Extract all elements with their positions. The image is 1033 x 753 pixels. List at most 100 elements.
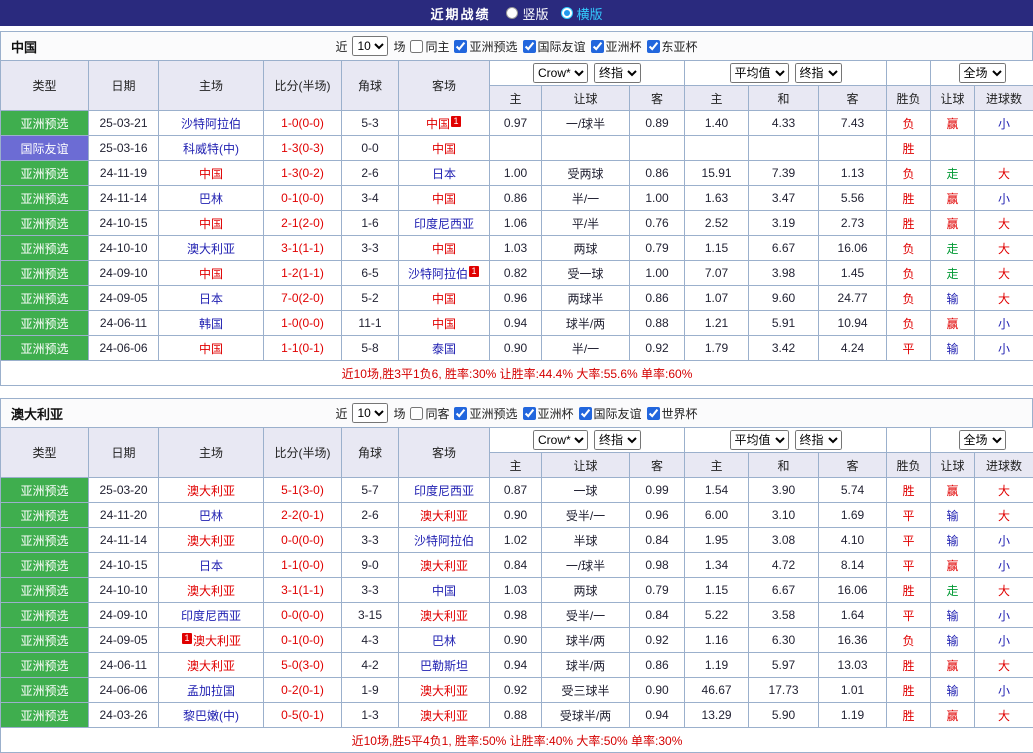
away-team-link[interactable]: 中国: [432, 192, 456, 206]
away-team-link[interactable]: 中国: [432, 317, 456, 331]
home-team-link[interactable]: 日本: [199, 559, 223, 573]
score-link[interactable]: 2-2(0-1): [264, 503, 342, 528]
score-link[interactable]: 7-0(2-0): [264, 286, 342, 311]
away-team-link[interactable]: 巴林: [432, 634, 456, 648]
filter-option-东亚杯[interactable]: 东亚杯: [647, 38, 698, 55]
score-link[interactable]: 1-3(0-2): [264, 161, 342, 186]
away-cell: 印度尼西亚: [399, 211, 490, 236]
score-link[interactable]: 5-1(3-0): [264, 478, 342, 503]
home-team-link[interactable]: 印度尼西亚: [181, 609, 241, 623]
filter-checkbox[interactable]: [591, 40, 604, 53]
corner-score: 5-3: [342, 111, 399, 136]
score-link[interactable]: 1-0(0-0): [264, 111, 342, 136]
home-team-link[interactable]: 中国: [199, 167, 223, 181]
score-link[interactable]: 0-5(0-1): [264, 703, 342, 728]
home-team-link[interactable]: 中国: [199, 267, 223, 281]
home-team-link[interactable]: 巴林: [199, 509, 223, 523]
score-link[interactable]: 3-1(1-1): [264, 236, 342, 261]
average-stage-select[interactable]: 终指: [795, 63, 842, 83]
away-team-link[interactable]: 印度尼西亚: [414, 217, 474, 231]
away-team-link[interactable]: 沙特阿拉伯: [414, 534, 474, 548]
away-team-link[interactable]: 澳大利亚: [420, 559, 468, 573]
score-link[interactable]: 2-1(2-0): [264, 211, 342, 236]
home-team-link[interactable]: 澳大利亚: [187, 584, 235, 598]
home-team-link[interactable]: 黎巴嫩(中): [183, 709, 239, 723]
home-team-link[interactable]: 澳大利亚: [187, 242, 235, 256]
home-team-link[interactable]: 中国: [199, 342, 223, 356]
home-team-link[interactable]: 韩国: [199, 317, 223, 331]
radio-vertical-layout[interactable]: 竖版: [506, 4, 548, 23]
filter-option-亚洲杯[interactable]: 亚洲杯: [591, 38, 642, 55]
away-team-link[interactable]: 中国: [432, 584, 456, 598]
score-link[interactable]: 0-0(0-0): [264, 603, 342, 628]
score-link[interactable]: 0-1(0-0): [264, 186, 342, 211]
column-header: 日期: [89, 428, 159, 478]
away-team-link[interactable]: 澳大利亚: [420, 509, 468, 523]
filter-option-亚洲预选[interactable]: 亚洲预选: [454, 405, 517, 422]
match-count-select[interactable]: 10: [352, 403, 388, 423]
filter-option-亚洲杯[interactable]: 亚洲杯: [523, 405, 574, 422]
home-team-link[interactable]: 科威特(中): [183, 142, 239, 156]
home-team-link[interactable]: 澳大利亚: [187, 534, 235, 548]
radio-horizontal-layout[interactable]: 横版: [561, 4, 603, 23]
odds-stage-select[interactable]: 终指: [594, 63, 641, 83]
score-link[interactable]: 1-1(0-1): [264, 336, 342, 361]
score-link[interactable]: 0-2(0-1): [264, 678, 342, 703]
filter-checkbox[interactable]: [454, 407, 467, 420]
match-filters: 近10场同客亚洲预选亚洲杯国际友谊世界杯: [335, 403, 697, 423]
filter-checkbox[interactable]: [410, 40, 423, 53]
average-company-select[interactable]: 平均值: [730, 430, 789, 450]
filter-option-亚洲预选[interactable]: 亚洲预选: [454, 38, 517, 55]
filter-option-国际友谊[interactable]: 国际友谊: [523, 38, 586, 55]
away-team-link[interactable]: 澳大利亚: [420, 684, 468, 698]
home-team-link[interactable]: 孟加拉国: [187, 684, 235, 698]
odds-stage-select[interactable]: 终指: [594, 430, 641, 450]
score-link[interactable]: 1-1(0-0): [264, 553, 342, 578]
away-team-link[interactable]: 中国: [426, 117, 450, 131]
filter-checkbox[interactable]: [647, 407, 660, 420]
filter-option-国际友谊[interactable]: 国际友谊: [579, 405, 642, 422]
filter-option-同客[interactable]: 同客: [410, 405, 449, 422]
home-team-link[interactable]: 澳大利亚: [187, 659, 235, 673]
match-row: 亚洲预选24-11-14澳大利亚0-0(0-0)3-3沙特阿拉伯1.02半球0.…: [1, 528, 1033, 553]
home-team-link[interactable]: 澳大利亚: [187, 484, 235, 498]
away-team-link[interactable]: 印度尼西亚: [414, 484, 474, 498]
home-team-link[interactable]: 巴林: [199, 192, 223, 206]
odds-company-select[interactable]: Crow*: [533, 430, 588, 450]
score-link[interactable]: 5-0(3-0): [264, 653, 342, 678]
odds-company-select[interactable]: Crow*: [533, 63, 588, 83]
away-team-link[interactable]: 泰国: [432, 342, 456, 356]
filter-checkbox[interactable]: [454, 40, 467, 53]
away-team-link[interactable]: 沙特阿拉伯: [408, 267, 468, 281]
average-stage-select[interactable]: 终指: [795, 430, 842, 450]
score-link[interactable]: 0-0(0-0): [264, 528, 342, 553]
filter-checkbox[interactable]: [523, 40, 536, 53]
filter-checkbox[interactable]: [647, 40, 660, 53]
scope-select[interactable]: 全场: [959, 430, 1006, 450]
home-team-link[interactable]: 日本: [199, 292, 223, 306]
away-team-link[interactable]: 中国: [432, 142, 456, 156]
filter-checkbox[interactable]: [410, 407, 423, 420]
filter-option-世界杯[interactable]: 世界杯: [647, 405, 698, 422]
home-team-link[interactable]: 中国: [199, 217, 223, 231]
away-team-link[interactable]: 澳大利亚: [420, 609, 468, 623]
filter-option-同主[interactable]: 同主: [410, 38, 449, 55]
away-team-link[interactable]: 巴勒斯坦: [420, 659, 468, 673]
score-link[interactable]: 1-3(0-3): [264, 136, 342, 161]
scope-select[interactable]: 全场: [959, 63, 1006, 83]
away-cell: 澳大利亚: [399, 603, 490, 628]
score-link[interactable]: 1-0(0-0): [264, 311, 342, 336]
filter-checkbox[interactable]: [523, 407, 536, 420]
score-link[interactable]: 1-2(1-1): [264, 261, 342, 286]
away-team-link[interactable]: 日本: [432, 167, 456, 181]
home-team-link[interactable]: 沙特阿拉伯: [181, 117, 241, 131]
away-team-link[interactable]: 中国: [432, 242, 456, 256]
away-team-link[interactable]: 澳大利亚: [420, 709, 468, 723]
filter-checkbox[interactable]: [579, 407, 592, 420]
match-count-select[interactable]: 10: [352, 36, 388, 56]
away-team-link[interactable]: 中国: [432, 292, 456, 306]
score-link[interactable]: 3-1(1-1): [264, 578, 342, 603]
home-team-link[interactable]: 澳大利亚: [193, 634, 241, 648]
score-link[interactable]: 0-1(0-0): [264, 628, 342, 653]
average-company-select[interactable]: 平均值: [730, 63, 789, 83]
